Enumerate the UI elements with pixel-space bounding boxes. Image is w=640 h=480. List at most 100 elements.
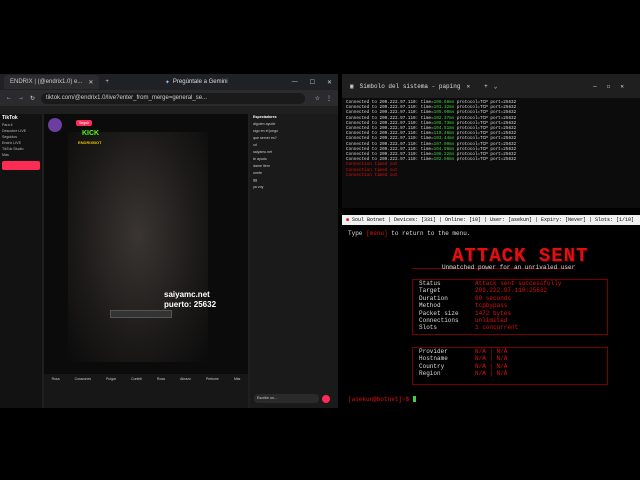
gemini-icon: ✦ — [164, 79, 170, 86]
window-controls[interactable]: —☐✕ — [593, 83, 640, 90]
field-key: Hostname — [419, 355, 448, 363]
url-text: tiktok.com/@endrix1.0/live?enter_from_me… — [46, 95, 208, 101]
gift-item[interactable]: Perfume — [206, 377, 219, 381]
field-value: 1472 bytes — [475, 309, 512, 317]
hint-command: [menu] — [366, 230, 388, 237]
field-value: N/A | N/A — [475, 370, 508, 378]
back-icon[interactable]: ← — [6, 95, 12, 101]
chat-message: alguien ayude — [253, 122, 276, 126]
live-video[interactable]: Seguir KICK ENDRIXBOT saiyamc.net puerto… — [44, 114, 248, 374]
field-value: 209.222.97.110:25632 — [475, 287, 548, 295]
field-row: Country N/A | N/A — [413, 363, 607, 370]
gift-item[interactable]: Rosa — [157, 377, 165, 381]
field-row: Status Attack sent successfully — [413, 280, 607, 287]
field-key: Connections — [419, 317, 459, 325]
new-tab-icon[interactable]: + — [105, 79, 109, 85]
gift-bar: Rosa Corazones Pulgar Confeti Rosa Abraz… — [44, 374, 248, 408]
field-value: 1 concurrent — [475, 324, 519, 332]
hint-text: Type — [348, 230, 367, 237]
port-overlay: puerto: 25632 — [164, 300, 217, 309]
chat-message: saiyamc.net — [253, 150, 273, 154]
sidebar-item-more[interactable]: Más — [0, 152, 42, 158]
tiktok-logo[interactable]: TikTok — [0, 114, 42, 122]
chat-message: sigo en el juego — [253, 129, 279, 133]
window-controls: — ☐ ✕ — [292, 79, 338, 86]
gift-item[interactable]: Confeti — [131, 377, 142, 381]
shell-prompt[interactable]: [asekun@botnet]~$ — [348, 396, 417, 403]
field-value: tcpbypass — [475, 302, 508, 310]
timeout-line: Connection timed out — [346, 172, 398, 178]
menu-hint: Type [menu] to return to the menu. — [348, 230, 470, 237]
chat-message: unete — [253, 171, 262, 175]
result-fields: Status Attack sent successfully Target 209.… — [413, 280, 607, 332]
ping-time: 102.50ms — [433, 157, 455, 163]
chat-header: Espectadores — [253, 115, 277, 119]
field-row: Connections unlimited — [413, 317, 607, 324]
field-row: Provider N/A | N/A — [413, 348, 607, 355]
close-icon[interactable]: ✕ — [88, 79, 93, 86]
field-value: N/A | N/A — [475, 355, 508, 363]
forward-icon[interactable]: → — [18, 95, 24, 101]
field-row: Duration 60 seconds — [413, 295, 607, 302]
info-fields: Provider N/A | N/A Hostname N/A | N/A Countr… — [413, 348, 607, 378]
chat-input[interactable]: Escribe un... — [254, 394, 319, 403]
field-value: N/A | N/A — [475, 362, 508, 370]
server-overlay: saiyamc.net — [164, 290, 210, 299]
field-value: Attack sent successfully — [475, 280, 562, 287]
gift-button[interactable] — [322, 395, 330, 403]
gift-item[interactable]: Pulgar — [106, 377, 116, 381]
field-key: Slots — [419, 324, 438, 332]
new-tab-icon[interactable]: + — [484, 83, 488, 90]
chat-message: que server es? — [253, 136, 277, 140]
chat-message: ya voy — [253, 185, 264, 189]
field-value: 60 seconds — [475, 294, 512, 302]
field-key: Country — [419, 362, 445, 370]
ping-rest: protocol=TCP port=25632 — [454, 157, 517, 163]
chat-message: te ayudo — [253, 157, 267, 161]
gift-item[interactable]: Abrazo — [180, 377, 191, 381]
cmd-window: ▣ Símbolo del sistema - paping ✕ + ⌄ —☐✕… — [342, 74, 640, 208]
terminal-icon: ▣ — [350, 82, 354, 90]
tagline: Unmatched power for an unrivaled user — [442, 264, 576, 271]
result-box: Status Attack sent successfully Target 209.… — [412, 279, 608, 335]
menu-icon[interactable]: ⋮ — [326, 95, 332, 102]
reload-icon[interactable]: ↻ — [30, 95, 35, 102]
info-box: Provider N/A | N/A Hostname N/A | N/A Countr… — [412, 347, 608, 385]
maximize-icon[interactable]: ☐ — [310, 79, 315, 86]
avatar[interactable] — [48, 118, 62, 132]
minimize-icon[interactable]: — — [292, 79, 298, 86]
cmd-output: Connected to 209.222.97.110: time=106.68… — [342, 98, 640, 180]
field-row: Hostname N/A | N/A — [413, 355, 607, 362]
field-key: Packet size — [419, 309, 459, 317]
browser-tab-tiktok[interactable]: ENDRIX | (@endrix1.0) e... ✕ — [4, 75, 100, 89]
gift-item[interactable]: Corazones — [75, 377, 91, 381]
browser-tab-gemini[interactable]: ✦ Pregúntale a Gemini — [159, 75, 234, 89]
botnet-terminal: ■ Soul Botnet | Devices: [331] | Online:… — [342, 215, 640, 408]
gift-list: Rosa Corazones Pulgar Confeti Rosa Abraz… — [44, 374, 248, 381]
star-icon[interactable]: ☆ — [315, 95, 320, 102]
address-bar[interactable]: tiktok.com/@endrix1.0/live?enter_from_me… — [41, 92, 305, 104]
gift-item[interactable]: Rosa — [52, 377, 60, 381]
hint-text: to return to the menu. — [387, 230, 471, 237]
browser-tabbar: ENDRIX | (@endrix1.0) e... ✕ + ✦ Pregúntal… — [0, 74, 338, 90]
field-key: Status — [419, 280, 441, 287]
terminal-icon: ■ — [346, 217, 350, 223]
tab-title: Pregúntale a Gemini — [172, 79, 228, 85]
tab-title: ENDRIX | (@endrix1.0) e... — [10, 79, 83, 85]
game-view — [68, 132, 208, 362]
gift-item[interactable]: Más — [234, 377, 240, 381]
stream-overlay-title: KICK — [82, 130, 100, 137]
chevron-down-icon[interactable]: ⌄ — [494, 83, 498, 90]
terminal-title: Soul Botnet | Devices: [331] | Online: [… — [352, 217, 635, 223]
login-button[interactable] — [2, 161, 40, 170]
hotbar — [110, 310, 172, 318]
close-icon[interactable]: ✕ — [466, 83, 470, 90]
cmd-titlebar: ▣ Símbolo del sistema - paping ✕ + ⌄ —☐✕ — [342, 74, 640, 98]
close-icon[interactable]: ✕ — [327, 79, 332, 86]
follow-button[interactable]: Seguir — [76, 120, 92, 126]
field-key: Region — [419, 370, 441, 378]
field-row: Region N/A | N/A — [413, 370, 607, 377]
field-row: Method tcpbypass — [413, 302, 607, 309]
field-key: Method — [419, 302, 441, 310]
live-chat: Espectadores alguien ayude sigo en el ju… — [250, 114, 338, 408]
